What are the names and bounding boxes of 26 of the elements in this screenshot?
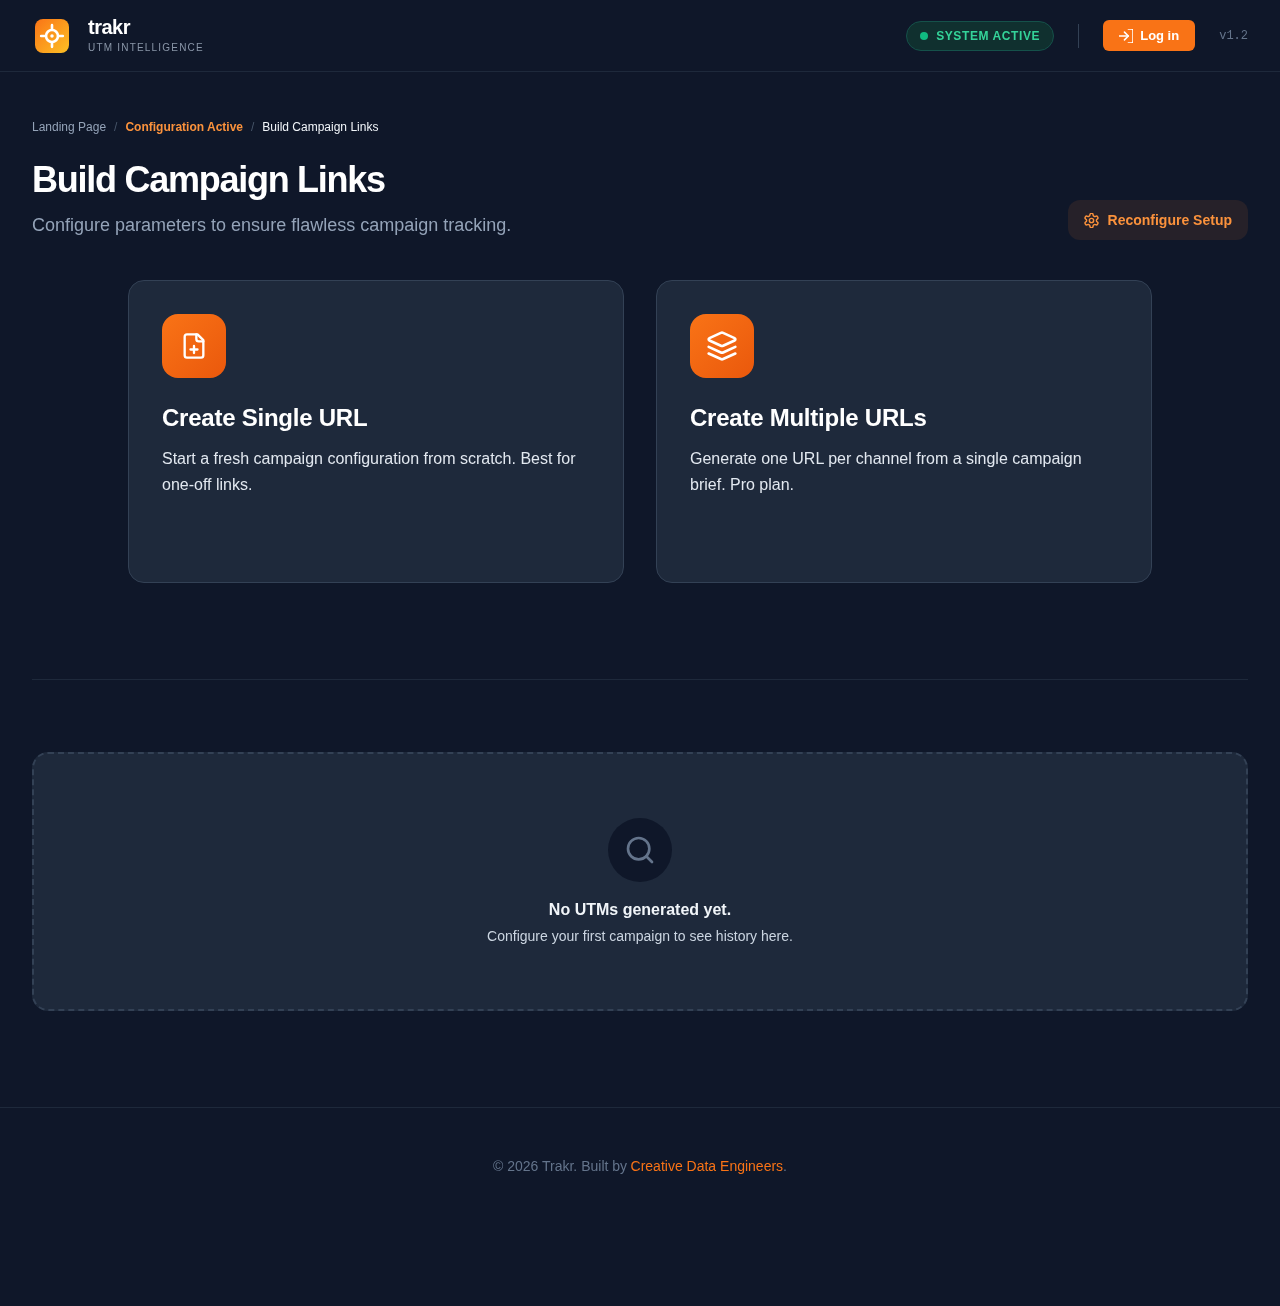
page-title: Build Campaign Links	[32, 160, 385, 200]
breadcrumb-link[interactable]: Configuration Active	[125, 119, 243, 135]
footer-text: © 2026 Trakr. Built by Creative Data Engineers.	[493, 1157, 787, 1176]
empty-state-title: No UTMs generated yet.	[548, 900, 732, 920]
breadcrumb-separator: /	[114, 119, 118, 135]
option-description: Generate one URL per channel from a single campaign brief. Pro plan.	[690, 449, 1083, 495]
option-card[interactable]: Create Single URL Start a fresh campaign configuration from scratch. Best for one-off links.	[128, 280, 624, 583]
option-title: Create Single URL	[162, 403, 368, 433]
option-description: Start a fresh campaign configuration from scratch. Best for one-off links.	[162, 449, 577, 495]
breadcrumb-separator: /	[251, 119, 255, 135]
file-plus-icon	[162, 314, 226, 378]
option-card[interactable]: Create Multiple URLs Generate one URL per channel from a single campaign brief. Pro plan.	[656, 280, 1152, 583]
settings-icon	[1083, 212, 1099, 228]
login-icon	[1119, 28, 1134, 43]
brand-tagline: UTM INTELLIGENCE	[88, 41, 204, 55]
breadcrumb-link[interactable]: Landing Page	[32, 119, 107, 135]
breadcrumb-current: Build Campaign Links	[262, 119, 379, 135]
status-label: SYSTEM ACTIVE	[936, 27, 1041, 45]
reconfigure-setup-button[interactable]: Reconfigure Setup	[1067, 200, 1248, 240]
version-label: v1.2	[1219, 27, 1248, 45]
layers-icon	[690, 314, 754, 378]
brand-name: trakr	[88, 16, 132, 38]
crosshair-logo-icon	[35, 18, 69, 53]
option-title: Create Multiple URLs	[690, 403, 927, 433]
empty-state-message: Configure your first campaign to see history here.	[487, 927, 793, 946]
page-subtitle: Configure parameters to ensure flawless campaign tracking.	[32, 214, 512, 237]
